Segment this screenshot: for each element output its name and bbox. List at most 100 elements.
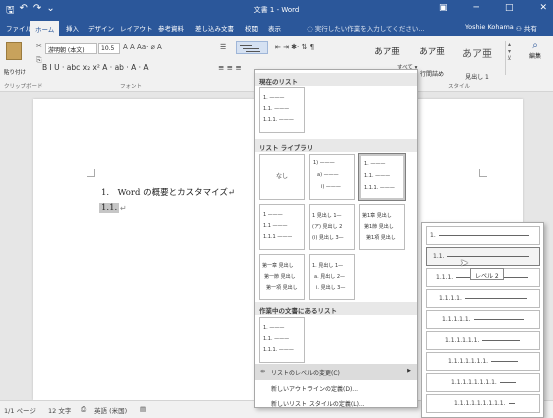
person-icon: ⚇ <box>516 25 524 33</box>
thumb-line: 第1節 見出し <box>364 224 394 230</box>
define-new-list-style-item[interactable]: 新しいリスト スタイルの定義(L)... <box>255 395 417 411</box>
share-label: 共有 <box>523 25 537 33</box>
proofing-icon[interactable]: ⎙ <box>81 405 86 414</box>
document-heading-line[interactable]: 1. Word の概要とカスタマイズ↵ <box>101 186 235 198</box>
maximize-button[interactable]: □ <box>505 3 514 13</box>
group-font-label: フォント <box>120 84 143 90</box>
list-level-option-hover[interactable]: 1.1. <box>426 247 540 266</box>
multilevel-list-button[interactable] <box>236 41 268 54</box>
tab-layout[interactable]: レイアウト <box>120 23 153 33</box>
crop-mark-top-left <box>87 169 95 177</box>
list-library-thumb-selected[interactable]: 1. ——— 1.1. ——— 1.1.1. ——— <box>358 153 406 201</box>
level-tooltip: レベル 2 <box>470 268 504 280</box>
user-name[interactable]: Yoshie Kohama <box>465 23 514 31</box>
thumb-line: a) ——— <box>317 172 339 178</box>
thumb-line: 1) ——— <box>313 160 335 166</box>
thumb-line: 1. ——— <box>263 325 285 331</box>
thumb-line: 1.1.1 ——— <box>263 234 293 240</box>
level-line <box>499 382 516 383</box>
thumb-line: 1.1 ——— <box>263 223 288 229</box>
macro-icon[interactable]: ▤ <box>140 405 146 413</box>
tab-mailings[interactable]: 差し込み文書 <box>195 23 234 33</box>
document-list-item[interactable]: 1.1. <box>99 203 120 213</box>
tab-design[interactable]: デザイン <box>88 23 114 33</box>
tell-me-search[interactable]: ◌ 実行したい作業を入力してください... <box>307 23 425 33</box>
level-line <box>473 319 524 320</box>
language-status[interactable]: 英語 (米国) <box>94 405 127 415</box>
page-count[interactable]: 1/1 ページ <box>4 405 36 415</box>
thumb-line: 1.1.1. ——— <box>364 185 395 191</box>
font-format-row-1[interactable]: A A Aa· ⌀ A <box>123 43 162 51</box>
thumb-line: 第1章 見出し <box>362 213 392 219</box>
list-level-option[interactable]: 1.1.1.1.1. <box>426 310 540 329</box>
lists-in-document-header: 作業中の文書にあるリスト <box>255 302 417 315</box>
copy-icon[interactable]: ⎘ <box>36 56 42 65</box>
thumb-line: (i) 見出し 3— <box>312 235 344 241</box>
thumb-line: 1.1. ——— <box>263 336 290 342</box>
tell-me-text: 実行したい作業を入力してください... <box>314 25 425 33</box>
level-line <box>508 403 515 404</box>
title-bar: 🖫 ↶ ↷ ⌄ 文書 1 - Word ▣ ─ □ ✕ <box>0 0 553 20</box>
change-list-level-label: リストのレベルの変更(C) <box>271 370 340 377</box>
thumb-line: (ア) 見出し 2 <box>312 224 343 230</box>
list-library-thumb[interactable]: 1. 見出し 1— a. 見出し 2— i. 見出し 3— <box>309 254 355 300</box>
style-heading-1[interactable]: あア亜 見出し 1 <box>455 41 499 81</box>
thumb-line: 1.1. ——— <box>263 106 290 112</box>
tab-references[interactable]: 参考資料 <box>158 23 184 33</box>
style-normal-sample: あア亜 <box>374 47 400 57</box>
word-count[interactable]: 12 文字 <box>48 405 71 415</box>
list-level-text: 1.1.1.1.1. <box>442 316 471 323</box>
font-format-row-2[interactable]: B I U · abc x₂ x² A · ab · A · A <box>42 63 149 72</box>
font-size-select[interactable]: 10.5 <box>98 43 120 54</box>
thumb-line: 1.1.1. ——— <box>263 117 294 123</box>
share-button[interactable]: ⚇ 共有 <box>516 23 537 33</box>
list-library-thumb[interactable]: 第一章 見出し 第一節 見出し 第一項 見出し <box>259 254 305 300</box>
group-styles-label: スタイル <box>448 84 471 90</box>
paragraph-align-row[interactable]: ≡ ≡ ≡ <box>218 63 242 72</box>
minimize-button[interactable]: ─ <box>474 3 479 13</box>
thumb-line: 1.1.1. ——— <box>263 347 294 353</box>
paste-icon[interactable] <box>6 42 22 60</box>
thumb-line: 第1項 見出し <box>366 235 396 241</box>
change-list-level-menu-item[interactable]: ⇹ リストのレベルの変更(C) ▶ <box>255 364 417 380</box>
list-level-option[interactable]: 1. <box>426 226 540 245</box>
list-level-option[interactable]: 1.1.1.1.1.1.1. <box>426 352 540 371</box>
tab-insert[interactable]: 挿入 <box>66 23 79 33</box>
cut-icon[interactable]: ✂ <box>36 42 42 50</box>
editing-label: 編集 <box>528 53 541 60</box>
thumb-line: 1 ——— <box>263 212 283 218</box>
list-none-thumb[interactable]: なし <box>259 154 305 200</box>
multilevel-list-dropdown: 現在のリスト 1. ——— 1.1. ——— 1.1.1. ——— リスト ライ… <box>254 69 418 408</box>
close-button[interactable]: ✕ <box>539 3 547 13</box>
tab-home[interactable]: ホーム <box>30 21 60 36</box>
bullets-icon[interactable]: ☰ <box>220 43 226 51</box>
tab-file[interactable]: ファイル <box>6 23 32 33</box>
ribbon-display-options-icon[interactable]: ▣ <box>439 3 448 13</box>
document-list-thumb[interactable]: 1. ——— 1.1. ——— 1.1.1. ——— <box>259 317 305 363</box>
list-level-option[interactable]: 1.1.1.1.1.1. <box>426 331 540 350</box>
thumb-line: a. 見出し 2— <box>314 274 346 280</box>
current-list-thumb[interactable]: 1. ——— 1.1. ——— 1.1.1. ——— <box>259 87 305 133</box>
list-library-thumb[interactable]: 1 ——— 1.1 ——— 1.1.1 ——— <box>259 204 305 250</box>
list-level-text: 1.1.1.1. <box>439 295 462 302</box>
list-level-text: 1.1.1.1.1.1.1. <box>448 358 489 365</box>
tab-review[interactable]: 校閲 <box>245 23 258 33</box>
tab-view[interactable]: 表示 <box>268 23 281 33</box>
list-level-icon: ⇹ <box>260 368 266 375</box>
styles-gallery-scroll[interactable]: ▴ ▾ ⊻ <box>505 41 513 75</box>
list-library-thumb[interactable]: 1) ——— a) ——— i) ——— <box>309 154 355 200</box>
list-library-thumb[interactable]: 1 見出し 1— (ア) 見出し 2 (i) 見出し 3— <box>309 204 355 250</box>
define-new-multilevel-list-item[interactable]: 新しいアウトラインの定義(D)... <box>255 380 417 396</box>
list-library-thumb[interactable]: 第1章 見出し 第1節 見出し 第1項 見出し <box>359 204 405 250</box>
list-level-option[interactable]: 1.1.1.1.1.1.1.1. <box>426 373 540 392</box>
indent-icons[interactable]: ⇤ ⇥ ✱· ⇅ ¶ <box>275 43 314 51</box>
list-level-option[interactable]: 1.1.1.1. <box>426 289 540 308</box>
style-no-spacing-sample: あア亜 <box>419 47 445 57</box>
list-level-text: 1. <box>430 232 436 239</box>
level-line <box>491 361 519 362</box>
list-level-submenu: 1. 1.1. 1.1.1. 1.1.1.1. 1.1.1.1.1. 1.1.1… <box>421 222 544 418</box>
editing-button[interactable]: ⌕ 編集 <box>522 40 548 60</box>
paste-button-label[interactable]: 貼り付け <box>4 68 26 76</box>
font-name-select[interactable]: 游明朝 (本文) <box>45 43 97 54</box>
list-level-option[interactable]: 1.1.1.1.1.1.1.1.1. <box>426 394 540 413</box>
